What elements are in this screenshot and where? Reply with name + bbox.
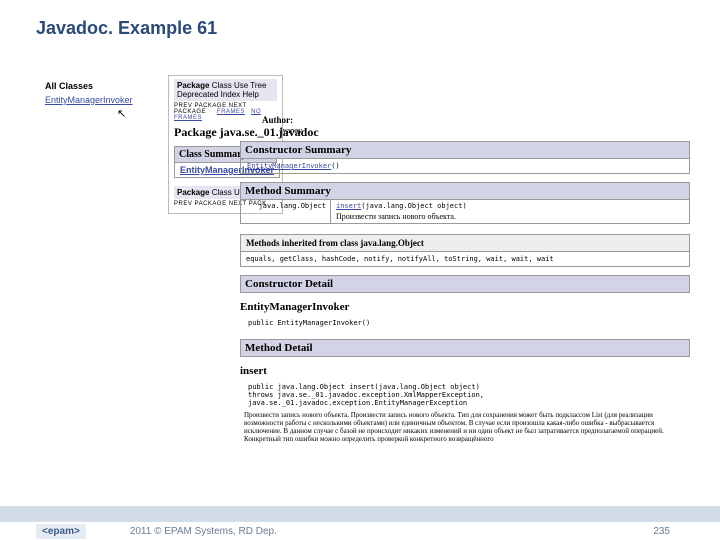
method-detail-sig: public java.lang.Object insert(java.lang… (248, 383, 690, 407)
javadoc-left-panel: All Classes EntityManagerInvoker ↖ (45, 81, 155, 105)
nav2-package[interactable]: Package (177, 188, 209, 197)
footer-copyright: 2011 © EPAM Systems, RD Dep. (130, 526, 654, 537)
constructor-detail-sig: public EntityManagerInvoker() (248, 319, 690, 327)
method-detail-sig-line2: throws java.se._01.javadoc.exception.Xml… (248, 391, 484, 399)
method-return-type: java.lang.Object (241, 200, 331, 223)
javadoc-nav-primary: Package Class Use Tree Deprecated Index … (174, 79, 277, 101)
nav2-class[interactable]: Class (212, 188, 232, 197)
cursor-icon: ↖ (117, 107, 126, 120)
nav-class[interactable]: Class (212, 81, 232, 90)
page-number: 235 (653, 526, 670, 537)
class-link-entity-manager-invoker[interactable]: EntityManagerInvoker (45, 95, 155, 105)
author-value: Ivanov (280, 126, 302, 135)
method-detail-name: insert (240, 365, 690, 377)
nav-package[interactable]: Package (177, 81, 209, 90)
method-detail-heading: Method Detail (240, 339, 690, 357)
method-detail-description: Произвести запись нового объекта. Произв… (240, 411, 690, 443)
method-signature-tail: (java.lang.Object object) (361, 202, 466, 210)
constructor-detail-heading: Constructor Detail (240, 275, 690, 293)
author-label: Author: (262, 115, 293, 125)
all-classes-label: All Classes (45, 81, 155, 91)
constructor-link-tail: () (331, 162, 339, 170)
constructor-summary-row: EntityManagerInvoker() (240, 159, 690, 174)
author-block: Author: Ivanov (262, 115, 690, 135)
method-summary-heading: Method Summary (240, 182, 690, 200)
slide-footer: <epam> 2011 © EPAM Systems, RD Dep. 235 (0, 506, 720, 540)
nav-index[interactable]: Index (221, 90, 241, 99)
constructor-link[interactable]: EntityManagerInvoker (247, 162, 331, 170)
method-summary-row: java.lang.Object insert(java.lang.Object… (240, 200, 690, 224)
nav-tree[interactable]: Tree (250, 81, 266, 90)
slide-title: Javadoc. Example 61 (0, 0, 720, 39)
epam-logo: <epam> (36, 524, 86, 539)
inherited-methods-body: equals, getClass, hashCode, notify, noti… (240, 252, 690, 267)
nav-help[interactable]: Help (242, 90, 258, 99)
method-detail-sig-line1: public java.lang.Object insert(java.lang… (248, 383, 480, 391)
method-detail-sig-line3: java.se._01.javadoc.exception.EntityMana… (248, 399, 467, 407)
nav-use[interactable]: Use (234, 81, 248, 90)
inherited-methods-heading: Methods inherited from class java.lang.O… (240, 234, 690, 252)
method-link-insert[interactable]: insert (336, 202, 361, 210)
constructor-summary-heading: Constructor Summary (240, 141, 690, 159)
nav-deprecated[interactable]: Deprecated (177, 90, 218, 99)
method-description: Произвести запись нового объекта. (336, 210, 684, 221)
constructor-detail-name: EntityManagerInvoker (240, 301, 690, 313)
javadoc-main-panel: Author: Ivanov Constructor Summary Entit… (240, 115, 690, 443)
